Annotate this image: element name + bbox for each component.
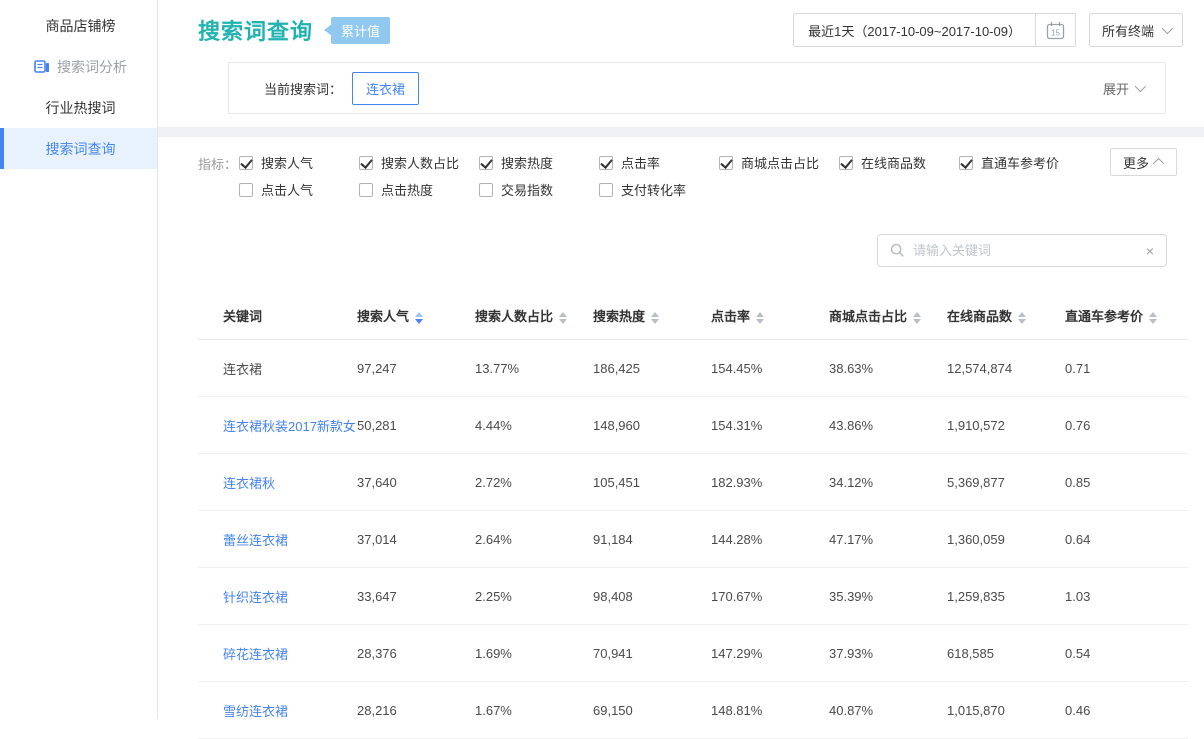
checkbox-checked-icon[interactable] <box>599 156 613 170</box>
metric-checkbox-ctr[interactable]: 点击率 <box>599 153 719 172</box>
metric-checkbox-searcher-share[interactable]: 搜索人数占比 <box>359 153 479 172</box>
checkbox-unchecked-icon[interactable] <box>479 183 493 197</box>
terminal-selector-dropdown[interactable]: 所有终端 <box>1089 13 1183 47</box>
column-header-search-popularity[interactable]: 搜索人气 <box>357 295 475 340</box>
metric-checkbox-search-heat[interactable]: 搜索热度 <box>479 153 599 172</box>
metric-checkbox-click-heat[interactable]: 点击热度 <box>359 180 479 199</box>
table-row: 蕾丝连衣裙 37,014 2.64% 91,184 144.28% 47.17%… <box>198 511 1188 568</box>
calendar-button[interactable]: 15 <box>1035 14 1075 46</box>
sidebar-item-label: 行业热搜词 <box>46 98 116 118</box>
section-divider <box>158 127 1204 137</box>
table-row: 针织连衣裙 33,647 2.25% 98,408 170.67% 35.39%… <box>198 568 1188 625</box>
column-header-searcher-share[interactable]: 搜索人数占比 <box>475 295 593 340</box>
sidebar-item-industry-hot-words[interactable]: 行业热搜词 <box>0 87 157 128</box>
current-keyword-panel: 当前搜索词： 连衣裙 展开 <box>228 62 1166 114</box>
sort-icon <box>651 312 659 324</box>
badge-arrow-icon <box>324 24 332 36</box>
cumulative-value-badge: 累计值 <box>331 17 390 44</box>
table-header-row: 关键词 搜索人气 搜索人数占比 搜索热度 点击率 <box>198 295 1188 340</box>
date-range-picker[interactable]: 最近1天（2017-10-09~2017-10-09） 15 <box>793 13 1076 47</box>
sort-icon <box>913 312 921 324</box>
table-row: 雪纺连衣裙 28,216 1.67% 69,150 148.81% 40.87%… <box>198 682 1188 739</box>
metrics-selector: 指标： 搜索人气 搜索人数占比 搜索热度 <box>158 137 1204 203</box>
expand-button[interactable]: 展开 <box>1103 79 1143 98</box>
chevron-up-icon <box>1153 158 1164 169</box>
metric-checkbox-pay-conversion[interactable]: 支付转化率 <box>599 180 719 199</box>
metrics-label: 指标： <box>198 149 239 203</box>
more-button[interactable]: 更多 <box>1110 148 1177 176</box>
keyword-link[interactable]: 针织连衣裙 <box>198 568 357 625</box>
table-search-row: × <box>158 234 1167 267</box>
current-keyword-label: 当前搜索词： <box>264 79 342 98</box>
keyword-cell: 连衣裙 <box>198 340 357 397</box>
sidebar-item-keyword-query[interactable]: 搜索词查询 <box>0 128 157 169</box>
column-header-ztc-reference-price[interactable]: 直通车参考价 <box>1065 295 1188 340</box>
date-range-text[interactable]: 最近1天（2017-10-09~2017-10-09） <box>794 14 1035 46</box>
checkbox-checked-icon[interactable] <box>239 156 253 170</box>
column-header-mall-click-share[interactable]: 商城点击占比 <box>829 295 947 340</box>
metric-checkbox-search-popularity[interactable]: 搜索人气 <box>239 153 359 172</box>
sort-icon <box>415 312 423 324</box>
chevron-down-icon <box>1135 81 1146 92</box>
sidebar-item-label: 搜索词分析 <box>57 57 127 77</box>
svg-text:15: 15 <box>1051 28 1060 37</box>
checkbox-unchecked-icon[interactable] <box>599 183 613 197</box>
ledger-book-icon <box>34 59 50 74</box>
metric-checkbox-online-products[interactable]: 在线商品数 <box>839 153 959 172</box>
metric-checkbox-trade-index[interactable]: 交易指数 <box>479 180 599 199</box>
table-row: 连衣裙秋装2017新款女 50,281 4.44% 148,960 154.31… <box>198 397 1188 454</box>
sort-icon <box>756 312 764 324</box>
checkbox-checked-icon[interactable] <box>719 156 733 170</box>
search-icon <box>890 243 905 258</box>
sidebar: 商品店铺榜 搜索词分析 行业热搜词 搜索词查询 <box>0 0 158 719</box>
sidebar-item-shop-ranking[interactable]: 商品店铺榜 <box>0 5 157 46</box>
sidebar-item-label: 搜索词查询 <box>46 139 116 159</box>
main-content: 搜索词查询 累计值 最近1天（2017-10-09~2017-10-09） 15 <box>158 0 1204 719</box>
sort-icon <box>559 312 567 324</box>
topbar: 搜索词查询 累计值 最近1天（2017-10-09~2017-10-09） 15 <box>158 0 1204 127</box>
column-header-online-products[interactable]: 在线商品数 <box>947 295 1065 340</box>
checkbox-unchecked-icon[interactable] <box>359 183 373 197</box>
checkbox-checked-icon[interactable] <box>839 156 853 170</box>
chevron-down-icon <box>1162 23 1173 34</box>
keyword-link[interactable]: 连衣裙秋装2017新款女 <box>198 397 357 454</box>
checkbox-checked-icon[interactable] <box>359 156 373 170</box>
keyword-link[interactable]: 碎花连衣裙 <box>198 625 357 682</box>
keyword-link[interactable]: 蕾丝连衣裙 <box>198 511 357 568</box>
checkbox-checked-icon[interactable] <box>479 156 493 170</box>
metric-checkbox-ztc-reference-price[interactable]: 直通车参考价 <box>959 153 1079 172</box>
keyword-table: 关键词 搜索人气 搜索人数占比 搜索热度 点击率 <box>198 295 1187 739</box>
keyword-link[interactable]: 连衣裙秋 <box>198 454 357 511</box>
column-header-ctr[interactable]: 点击率 <box>711 295 829 340</box>
sort-icon <box>1018 312 1026 324</box>
table-row: 连衣裙 97,247 13.77% 186,425 154.45% 38.63%… <box>198 340 1188 397</box>
page-title: 搜索词查询 <box>198 14 313 46</box>
sidebar-item-label: 商品店铺榜 <box>46 16 116 36</box>
metric-checkbox-mall-click-share[interactable]: 商城点击占比 <box>719 153 839 172</box>
checkbox-unchecked-icon[interactable] <box>239 183 253 197</box>
keyword-search-box[interactable]: × <box>877 234 1167 267</box>
table-row: 碎花连衣裙 28,376 1.69% 70,941 147.29% 37.93%… <box>198 625 1188 682</box>
clear-search-icon[interactable]: × <box>1146 244 1154 258</box>
keyword-link[interactable]: 雪纺连衣裙 <box>198 682 357 739</box>
current-keyword-chip[interactable]: 连衣裙 <box>352 72 419 105</box>
checkbox-checked-icon[interactable] <box>959 156 973 170</box>
column-header-search-heat[interactable]: 搜索热度 <box>593 295 711 340</box>
app-window: 商品店铺榜 搜索词分析 行业热搜词 搜索词查询 搜索词查询 <box>0 0 1204 719</box>
table-row: 连衣裙秋 37,640 2.72% 105,451 182.93% 34.12%… <box>198 454 1188 511</box>
column-header-keyword: 关键词 <box>198 295 357 340</box>
calendar-icon: 15 <box>1045 20 1066 41</box>
metric-checkbox-click-popularity[interactable]: 点击人气 <box>239 180 359 199</box>
sidebar-item-keyword-analysis[interactable]: 搜索词分析 <box>0 46 157 87</box>
keyword-search-input[interactable] <box>913 243 1138 258</box>
sort-icon <box>1149 312 1157 324</box>
